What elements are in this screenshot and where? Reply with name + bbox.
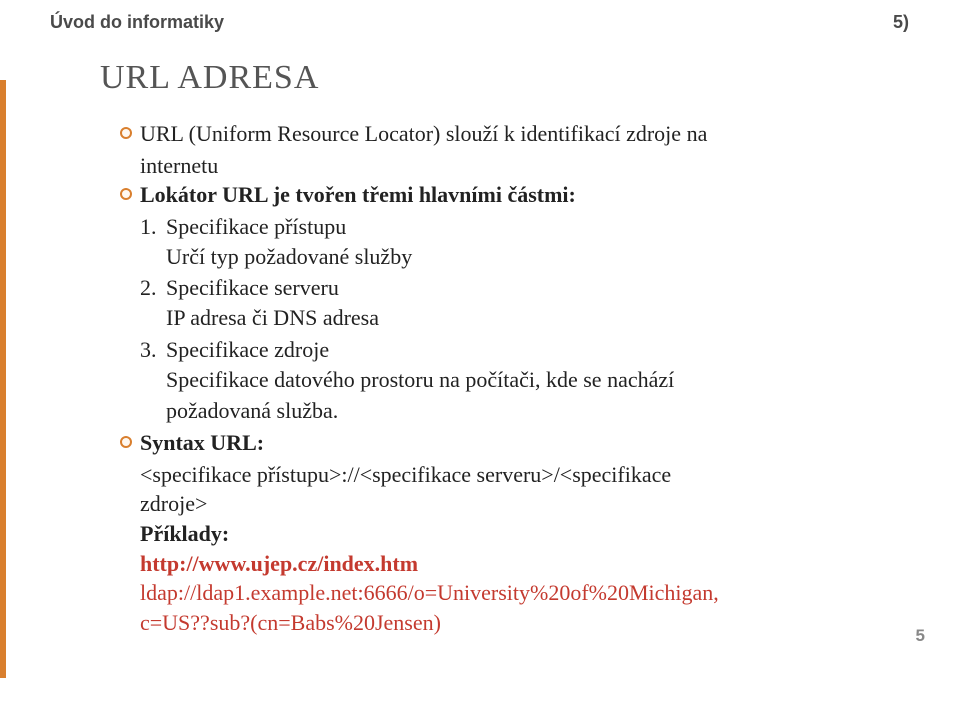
bullet-item: URL (Uniform Resource Locator) slouží k … bbox=[120, 119, 909, 149]
slide-number-top: 5) bbox=[893, 12, 909, 33]
list-number: 3. bbox=[140, 335, 166, 365]
bullet-text: Lokátor URL je tvořen třemi hlavními čás… bbox=[140, 182, 576, 207]
bullet-item: Syntax URL: bbox=[120, 428, 909, 458]
bullet-icon bbox=[120, 127, 132, 139]
list-item: 2. Specifikace serveru bbox=[140, 273, 909, 303]
bullet-icon bbox=[120, 436, 132, 448]
slide-header: Úvod do informatiky 5) bbox=[50, 12, 909, 33]
list-title: Specifikace přístupu bbox=[166, 212, 909, 242]
list-number: 2. bbox=[140, 273, 166, 303]
list-title: Specifikace zdroje bbox=[166, 335, 909, 365]
accent-bar bbox=[0, 80, 6, 678]
body-content: URL (Uniform Resource Locator) slouží k … bbox=[120, 119, 909, 638]
example-url: ldap://ldap1.example.net:6666/o=Universi… bbox=[140, 578, 909, 608]
list-title: Specifikace serveru bbox=[166, 273, 909, 303]
example-url: c=US??sub?(cn=Babs%20Jensen) bbox=[140, 608, 909, 638]
list-item: 1. Specifikace přístupu bbox=[140, 212, 909, 242]
page-title: URL ADRESA bbox=[100, 59, 909, 97]
example-url: http://www.ujep.cz/index.htm bbox=[140, 549, 909, 579]
numbered-list: 1. Specifikace přístupu Určí typ požadov… bbox=[140, 212, 909, 426]
syntax-text: zdroje> bbox=[140, 489, 909, 519]
examples-label: Příklady: bbox=[140, 519, 909, 549]
bullet-icon bbox=[120, 188, 132, 200]
list-number: 1. bbox=[140, 212, 166, 242]
list-detail: IP adresa či DNS adresa bbox=[166, 303, 909, 333]
syntax-label: Syntax URL: bbox=[140, 430, 264, 455]
list-detail: Určí typ požadované služby bbox=[166, 242, 909, 272]
list-detail: Specifikace datového prostoru na počítač… bbox=[166, 365, 909, 395]
bullet-text: URL (Uniform Resource Locator) slouží k … bbox=[140, 121, 707, 146]
bullet-item: Lokátor URL je tvořen třemi hlavními čás… bbox=[120, 180, 909, 210]
syntax-text: <specifikace přístupu>://<specifikace se… bbox=[140, 460, 909, 490]
list-detail: požadovaná služba. bbox=[166, 396, 909, 426]
slide-content: Úvod do informatiky 5) URL ADRESA URL (U… bbox=[0, 0, 959, 668]
course-title: Úvod do informatiky bbox=[50, 12, 224, 33]
list-item: 3. Specifikace zdroje bbox=[140, 335, 909, 365]
page-number-badge: 5 bbox=[916, 626, 925, 646]
bullet-text-cont: internetu bbox=[120, 151, 909, 181]
